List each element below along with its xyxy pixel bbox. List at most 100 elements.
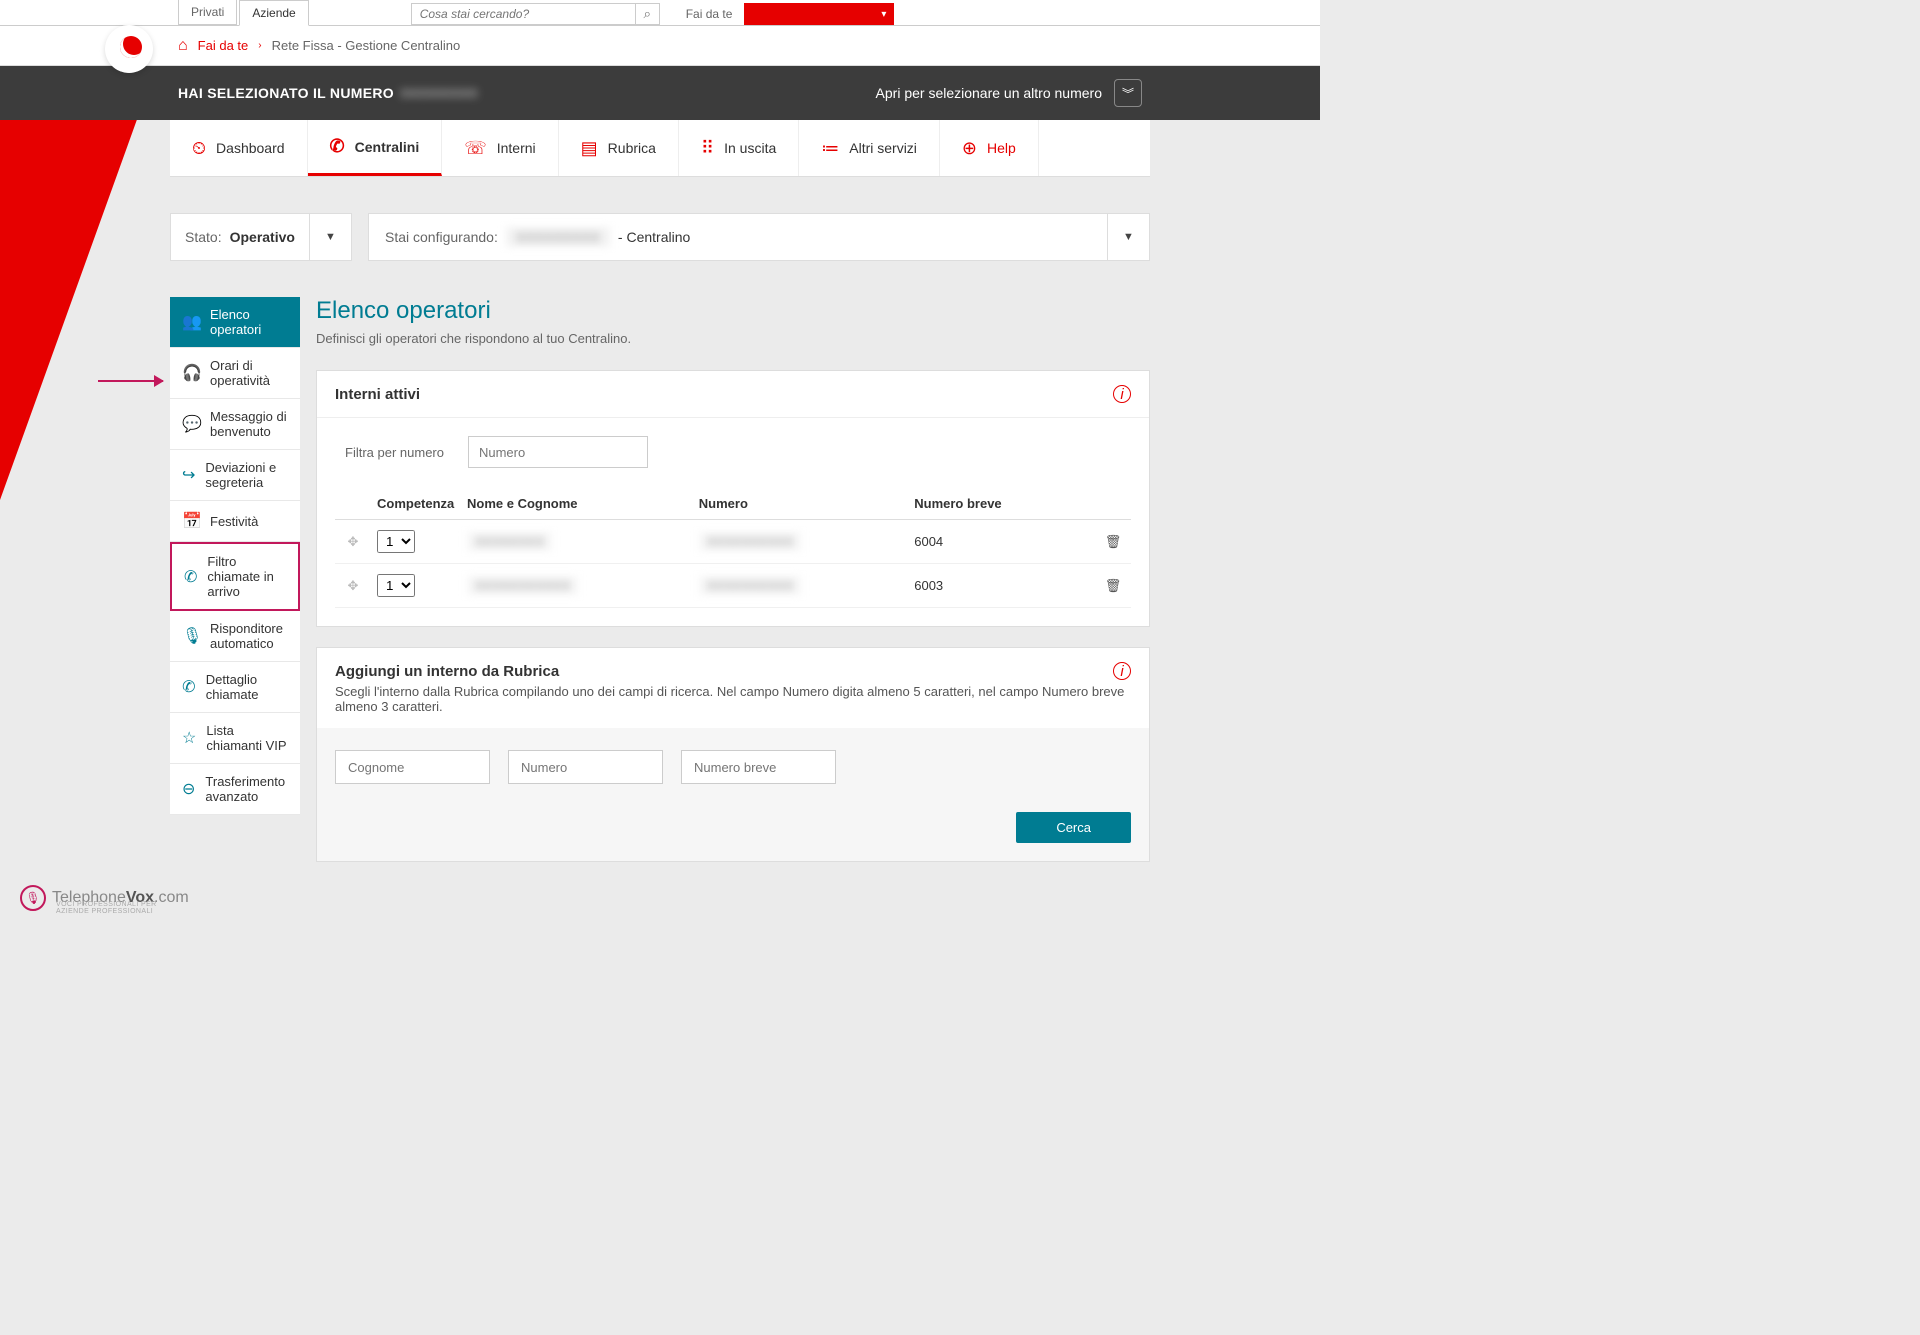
cell-numero: XXXXXXXXXX — [699, 532, 802, 551]
sidebar-item-label: Messaggio di benvenuto — [210, 409, 288, 439]
aggiungi-interno-card: Aggiungi un interno da Rubrica i Scegli … — [316, 647, 1150, 862]
status-label: Stato: — [185, 229, 222, 245]
sidebar-vip[interactable]: ☆ Lista chiamanti VIP — [170, 713, 300, 764]
nav-altri[interactable]: ≔ Altri servizi — [799, 120, 940, 176]
config-panel: Stai configurando: XXXXXXXXX - Centralin… — [368, 213, 1108, 261]
add-desc: Scegli l'interno dalla Rubrica compiland… — [335, 684, 1131, 714]
cerca-button[interactable]: Cerca — [1016, 812, 1131, 843]
cognome-input[interactable] — [335, 750, 490, 784]
mic-icon: 🎙 — [182, 626, 200, 646]
drag-handle[interactable]: ✥ — [335, 564, 371, 608]
sidebar-risponditore[interactable]: 🎙Risponditore automatico — [170, 611, 300, 662]
main-area: Elenco operatori Definisci gli operatori… — [316, 297, 1150, 882]
filter-input[interactable] — [468, 436, 648, 468]
sidebar-festivita[interactable]: 📅Festività — [170, 501, 300, 542]
card-title: Interni attivi — [335, 386, 420, 403]
chat-icon: ⊕ — [962, 138, 977, 159]
list-icon: ≔ — [821, 138, 839, 159]
filter-label: Filtra per numero — [345, 445, 444, 460]
cerca-row: Cerca — [335, 812, 1131, 843]
selected-number-label: HAI SELEZIONATO IL NUMERO — [178, 85, 394, 101]
info-icon[interactable]: i — [1113, 385, 1131, 403]
drag-handle[interactable]: ✥ — [335, 520, 371, 564]
top-search-input[interactable] — [411, 3, 636, 25]
breadcrumb: ⌂ Fai da te › Rete Fissa - Gestione Cent… — [0, 26, 1320, 66]
interni-attivi-card: Interni attivi i Filtra per numero Compe… — [316, 370, 1150, 627]
search-icon: ⌕ — [643, 6, 650, 21]
desk-phone-icon: ☏ — [464, 138, 487, 159]
speech-icon: 💬 — [182, 414, 200, 434]
change-number-label: Apri per selezionare un altro numero — [876, 85, 1102, 101]
nav-centralini[interactable]: ✆Centralini — [308, 120, 443, 176]
col-breve: Numero breve — [908, 488, 1095, 520]
nav-dashboard[interactable]: ⏲Dashboard — [170, 120, 308, 176]
delete-row-button[interactable]: 🗑 — [1095, 520, 1131, 564]
config-dropdown-button[interactable]: ▼ — [1108, 213, 1150, 261]
page-title: Elenco operatori — [316, 297, 1150, 325]
change-number-button[interactable]: ︾ — [1114, 79, 1142, 107]
competenza-select[interactable]: 1 — [377, 530, 415, 553]
card-head: Interni attivi i — [317, 371, 1149, 418]
config-label: Stai configurando: — [385, 229, 498, 245]
sidebar-item-label: Trasferimento avanzato — [205, 774, 288, 804]
nav-interni[interactable]: ☏Interni — [442, 120, 558, 176]
sidebar-item-label: Filtro chiamate in arrivo — [207, 554, 286, 599]
vodafone-logo — [105, 25, 153, 73]
competenza-select[interactable]: 1 — [377, 574, 415, 597]
sidebar-trasferimento[interactable]: ⊖Trasferimento avanzato — [170, 764, 300, 815]
cell-nome: XXXXXXXX — [467, 532, 552, 551]
sidebar-deviazioni[interactable]: ↪Deviazioni e segreteria — [170, 450, 300, 501]
operators-table: Competenza Nome e Cognome Numero Numero … — [335, 488, 1131, 608]
chevron-down-icon: ▾ — [881, 9, 886, 20]
phone-icon: ✆ — [330, 136, 345, 157]
card-body: Filtra per numero Competenza Nome e Cogn… — [317, 418, 1149, 626]
top-search-button[interactable]: ⌕ — [636, 3, 660, 25]
tab-aziende[interactable]: Aziende — [239, 0, 308, 26]
nav-rubrica[interactable]: ▤Rubrica — [559, 120, 679, 176]
call-detail-icon: ✆ — [182, 677, 196, 697]
page-subtitle: Definisci gli operatori che rispondono a… — [316, 331, 1150, 346]
annotation-arrow — [98, 380, 163, 382]
double-chevron-down-icon: ︾ — [1122, 85, 1134, 102]
sidebar-messaggio[interactable]: 💬 Messaggio di benvenuto — [170, 399, 300, 450]
nav-label: In uscita — [724, 140, 776, 156]
nav-uscita[interactable]: ⠿In uscita — [679, 120, 799, 176]
config-value-blurred: XXXXXXXXX — [506, 227, 610, 247]
sidebar-filtro-chiamate[interactable]: ✆ Filtro chiamate in arrivo — [170, 542, 300, 611]
delete-row-button[interactable]: 🗑 — [1095, 564, 1131, 608]
selected-number-value: 0000000000 — [400, 85, 478, 101]
status-dropdown-button[interactable]: ▼ — [310, 213, 352, 261]
call-filter-icon: ✆ — [184, 567, 197, 587]
card-title: Aggiungi un interno da Rubrica — [335, 663, 1101, 680]
col-numero: Numero — [693, 488, 908, 520]
cell-nome: XXXXXXXXXXX — [467, 576, 578, 595]
tab-privati[interactable]: Privati — [178, 0, 237, 25]
info-icon[interactable]: i — [1113, 662, 1131, 680]
sidebar-item-label: Festività — [210, 514, 258, 529]
gauge-icon: ⏲ — [192, 138, 206, 159]
star-icon: ☆ — [182, 728, 196, 748]
selected-number-bar: HAI SELEZIONATO IL NUMERO 0000000000 Apr… — [0, 66, 1320, 120]
nav-label: Rubrica — [608, 140, 656, 156]
col-competenza: Competenza — [371, 488, 461, 520]
sidebar-item-label: Lista chiamanti VIP — [206, 723, 288, 753]
sidebar-dettaglio[interactable]: ✆Dettaglio chiamate — [170, 662, 300, 713]
faidate-label: Fai da te — [686, 3, 733, 25]
nav-help[interactable]: ⊕Help — [940, 120, 1039, 176]
breadcrumb-home[interactable]: Fai da te — [198, 38, 249, 53]
account-dropdown[interactable]: ▾ — [744, 3, 894, 25]
status-panel: Stato: Operativo — [170, 213, 310, 261]
sidebar-elenco-operatori[interactable]: 👥Elenco operatori — [170, 297, 300, 348]
users-icon: 👥 — [182, 312, 200, 332]
filter-row: Filtra per numero — [345, 436, 1131, 468]
trash-icon: 🗑 — [1105, 534, 1122, 549]
top-tabbar: Privati Aziende ⌕ Fai da te ▾ — [0, 0, 1320, 26]
status-row: Stato: Operativo ▼ Stai configurando: XX… — [170, 213, 1150, 261]
nav-label: Altri servizi — [849, 140, 917, 156]
table-row: ✥ 1 XXXXXXXX XXXXXXXXXX 6004 🗑 — [335, 520, 1131, 564]
numero-breve-input[interactable] — [681, 750, 836, 784]
sidebar: 👥Elenco operatori 🎧Orari di operatività … — [170, 297, 300, 815]
numero-input[interactable] — [508, 750, 663, 784]
home-icon[interactable]: ⌂ — [178, 37, 188, 55]
sidebar-orari[interactable]: 🎧Orari di operatività — [170, 348, 300, 399]
